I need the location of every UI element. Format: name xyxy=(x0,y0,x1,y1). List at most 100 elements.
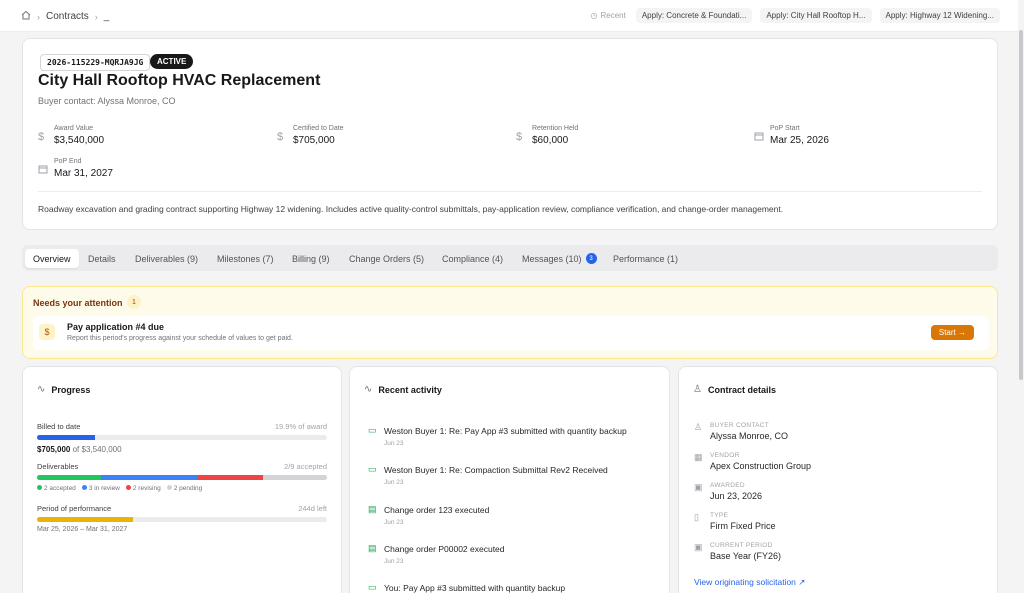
invoice-icon: $ xyxy=(39,324,55,340)
tab-milestones[interactable]: Milestones (7) xyxy=(209,249,282,268)
start-button[interactable]: Start → xyxy=(930,325,974,340)
document-icon: ▤ xyxy=(368,543,377,553)
detail-buyer-contact: ♙ BUYER CONTACT Alyssa Monroe, CO xyxy=(694,422,789,441)
panel-title: ∿ Progress xyxy=(37,384,91,395)
chevron-right-icon: › xyxy=(37,11,40,22)
activity-item[interactable]: ▤ Change order 123 executed Jun 23 xyxy=(368,504,655,526)
billed-bar-fill xyxy=(37,435,95,440)
dollar-icon: $ xyxy=(516,131,523,143)
stat-retention: $ Retention Held $60,000 xyxy=(516,125,579,146)
detail-awarded: ▣ AWARDED Jun 23, 2026 xyxy=(694,482,763,501)
unread-badge: 3 xyxy=(585,253,597,264)
tab-messages[interactable]: Messages (10) 3 xyxy=(514,249,605,268)
stat-certified: $ Certified to Date $705,000 xyxy=(277,125,344,146)
legend-item: 3 in review xyxy=(81,485,120,492)
detail-type: ▯ TYPE Firm Fixed Price xyxy=(694,512,776,531)
period-progress: Period of performance 244d left Mar 25, 2… xyxy=(37,504,327,533)
deliverables-segment xyxy=(198,475,263,480)
page-title: City Hall Rooftop HVAC Replacement xyxy=(38,72,321,89)
solicitation-link[interactable]: View originating solicitation ↗ xyxy=(694,577,805,588)
task-description: Report this period's progress against yo… xyxy=(67,335,293,342)
recent-chip[interactable]: Apply: Highway 12 Widening... xyxy=(879,8,1000,23)
attention-task: $ Pay application #4 due Report this per… xyxy=(33,316,989,350)
recent-bar: ◷ Recent Apply: Concrete & Foundati... A… xyxy=(590,8,1000,23)
tab-details[interactable]: Details xyxy=(80,249,124,268)
scrollbar-thumb[interactable] xyxy=(1019,30,1023,380)
breadcrumb-current: _ xyxy=(103,11,110,22)
deliverables-segment xyxy=(37,475,102,480)
tab-bar: Overview Details Deliverables (9) Milest… xyxy=(22,245,998,271)
activity-icon: ∿ xyxy=(364,384,373,395)
document-icon: ▤ xyxy=(368,504,377,514)
billed-amount: $705,000 xyxy=(37,445,71,454)
recent-label: ◷ Recent xyxy=(590,11,626,20)
clock-icon: ◷ xyxy=(590,11,598,20)
deliverables-progress: Deliverables 2/9 accepted 2 accepted 3 in … xyxy=(37,462,327,492)
calendar-icon xyxy=(38,158,48,179)
legend-dot xyxy=(81,485,87,490)
dollar-icon: $ xyxy=(38,131,45,143)
tab-performance[interactable]: Performance (1) xyxy=(605,249,686,268)
scrollbar[interactable] xyxy=(1018,0,1024,593)
attention-title: Needs your attention xyxy=(33,298,123,308)
contract-number: 2026-115229-MQRJA9JG xyxy=(40,54,151,71)
period-bar-fill xyxy=(37,517,133,522)
attention-count: 1 xyxy=(127,295,141,309)
activity-icon: ∿ xyxy=(37,384,46,395)
tab-billing[interactable]: Billing (9) xyxy=(284,249,338,268)
contract-header-card: 2026-115229-MQRJA9JG ACTIVE City Hall Ro… xyxy=(22,38,998,230)
legend-dot xyxy=(125,485,131,490)
status-badge: ACTIVE xyxy=(150,54,194,69)
message-icon: ▭ xyxy=(368,425,377,435)
divider xyxy=(38,191,982,192)
period-range: Mar 25, 2026 – Mar 31, 2027 xyxy=(37,526,128,533)
panel-title: ∿ Recent activity xyxy=(364,384,442,395)
tab-messages-label: Messages (10) xyxy=(522,253,582,264)
top-bar: › Contracts › _ ◷ Recent Apply: Concrete… xyxy=(0,0,1018,32)
tab-deliverables[interactable]: Deliverables (9) xyxy=(127,249,206,268)
activity-item[interactable]: ▭ You: Pay App #3 submitted with quantity… xyxy=(368,582,655,593)
calendar-icon xyxy=(754,125,764,146)
progress-panel: ∿ Progress Billed to date 19.9% of award … xyxy=(22,366,342,593)
buyer-contact: Buyer contact: Alyssa Monroe, CO xyxy=(38,96,176,106)
billed-bar xyxy=(37,435,327,440)
calendar-icon: ▣ xyxy=(694,482,703,492)
dollar-icon: $ xyxy=(277,131,284,143)
stat-pop-end: PoP End Mar 31, 2027 xyxy=(38,158,113,179)
user-icon: ♙ xyxy=(693,384,702,395)
recent-chip[interactable]: Apply: Concrete & Foundati... xyxy=(635,8,753,23)
external-link-icon: ↗ xyxy=(798,577,806,587)
message-icon: ▭ xyxy=(368,464,377,474)
tab-compliance[interactable]: Compliance (4) xyxy=(434,249,511,268)
legend-dot xyxy=(37,485,42,490)
activity-item[interactable]: ▭ Weston Buyer 1: Re: Compaction Submitta… xyxy=(368,464,655,486)
activity-item[interactable]: ▭ Weston Buyer 1: Re: Pay App #3 submitte… xyxy=(368,425,655,447)
chevron-right-icon: › xyxy=(94,11,98,22)
detail-vendor: ▦ VENDOR Apex Construction Group xyxy=(694,452,812,471)
tab-change-orders[interactable]: Change Orders (5) xyxy=(341,249,432,268)
billed-progress: Billed to date 19.9% of award $705,000 of… xyxy=(37,422,327,454)
breadcrumb: › Contracts › _ xyxy=(21,10,109,23)
calendar-icon: ▣ xyxy=(694,542,703,552)
contract-description: Roadway excavation and grading contract … xyxy=(38,204,784,214)
recent-chip[interactable]: Apply: City Hall Rooftop H... xyxy=(760,8,872,23)
tab-overview[interactable]: Overview xyxy=(25,249,79,268)
activity-item[interactable]: ▤ Change order P00002 executed Jun 23 xyxy=(368,543,655,565)
breadcrumb-contracts[interactable]: Contracts xyxy=(46,11,89,22)
task-title: Pay application #4 due xyxy=(67,322,165,332)
deliverables-segment xyxy=(262,475,327,480)
legend-dot xyxy=(166,485,172,490)
stat-pop-start: PoP Start Mar 25, 2026 xyxy=(754,125,829,146)
deliverables-legend: 2 accepted 3 in review 2 revising 2 pending xyxy=(37,485,327,492)
panel-title: ♙ Contract details xyxy=(693,384,776,395)
activity-panel: ∿ Recent activity ▭ Weston Buyer 1: Re: P… xyxy=(349,366,670,593)
legend-item: 2 pending xyxy=(166,485,202,492)
home-icon[interactable] xyxy=(21,10,31,23)
legend-item: 2 revising xyxy=(125,485,161,492)
attention-panel: Needs your attention 1 $ Pay application… xyxy=(22,286,998,359)
legend-item: 2 accepted xyxy=(37,485,76,492)
detail-current-period: ▣ CURRENT PERIOD Base Year (FY26) xyxy=(694,542,782,561)
file-icon: ▯ xyxy=(694,512,699,522)
message-icon: ▭ xyxy=(368,582,377,592)
building-icon: ▦ xyxy=(694,452,703,462)
